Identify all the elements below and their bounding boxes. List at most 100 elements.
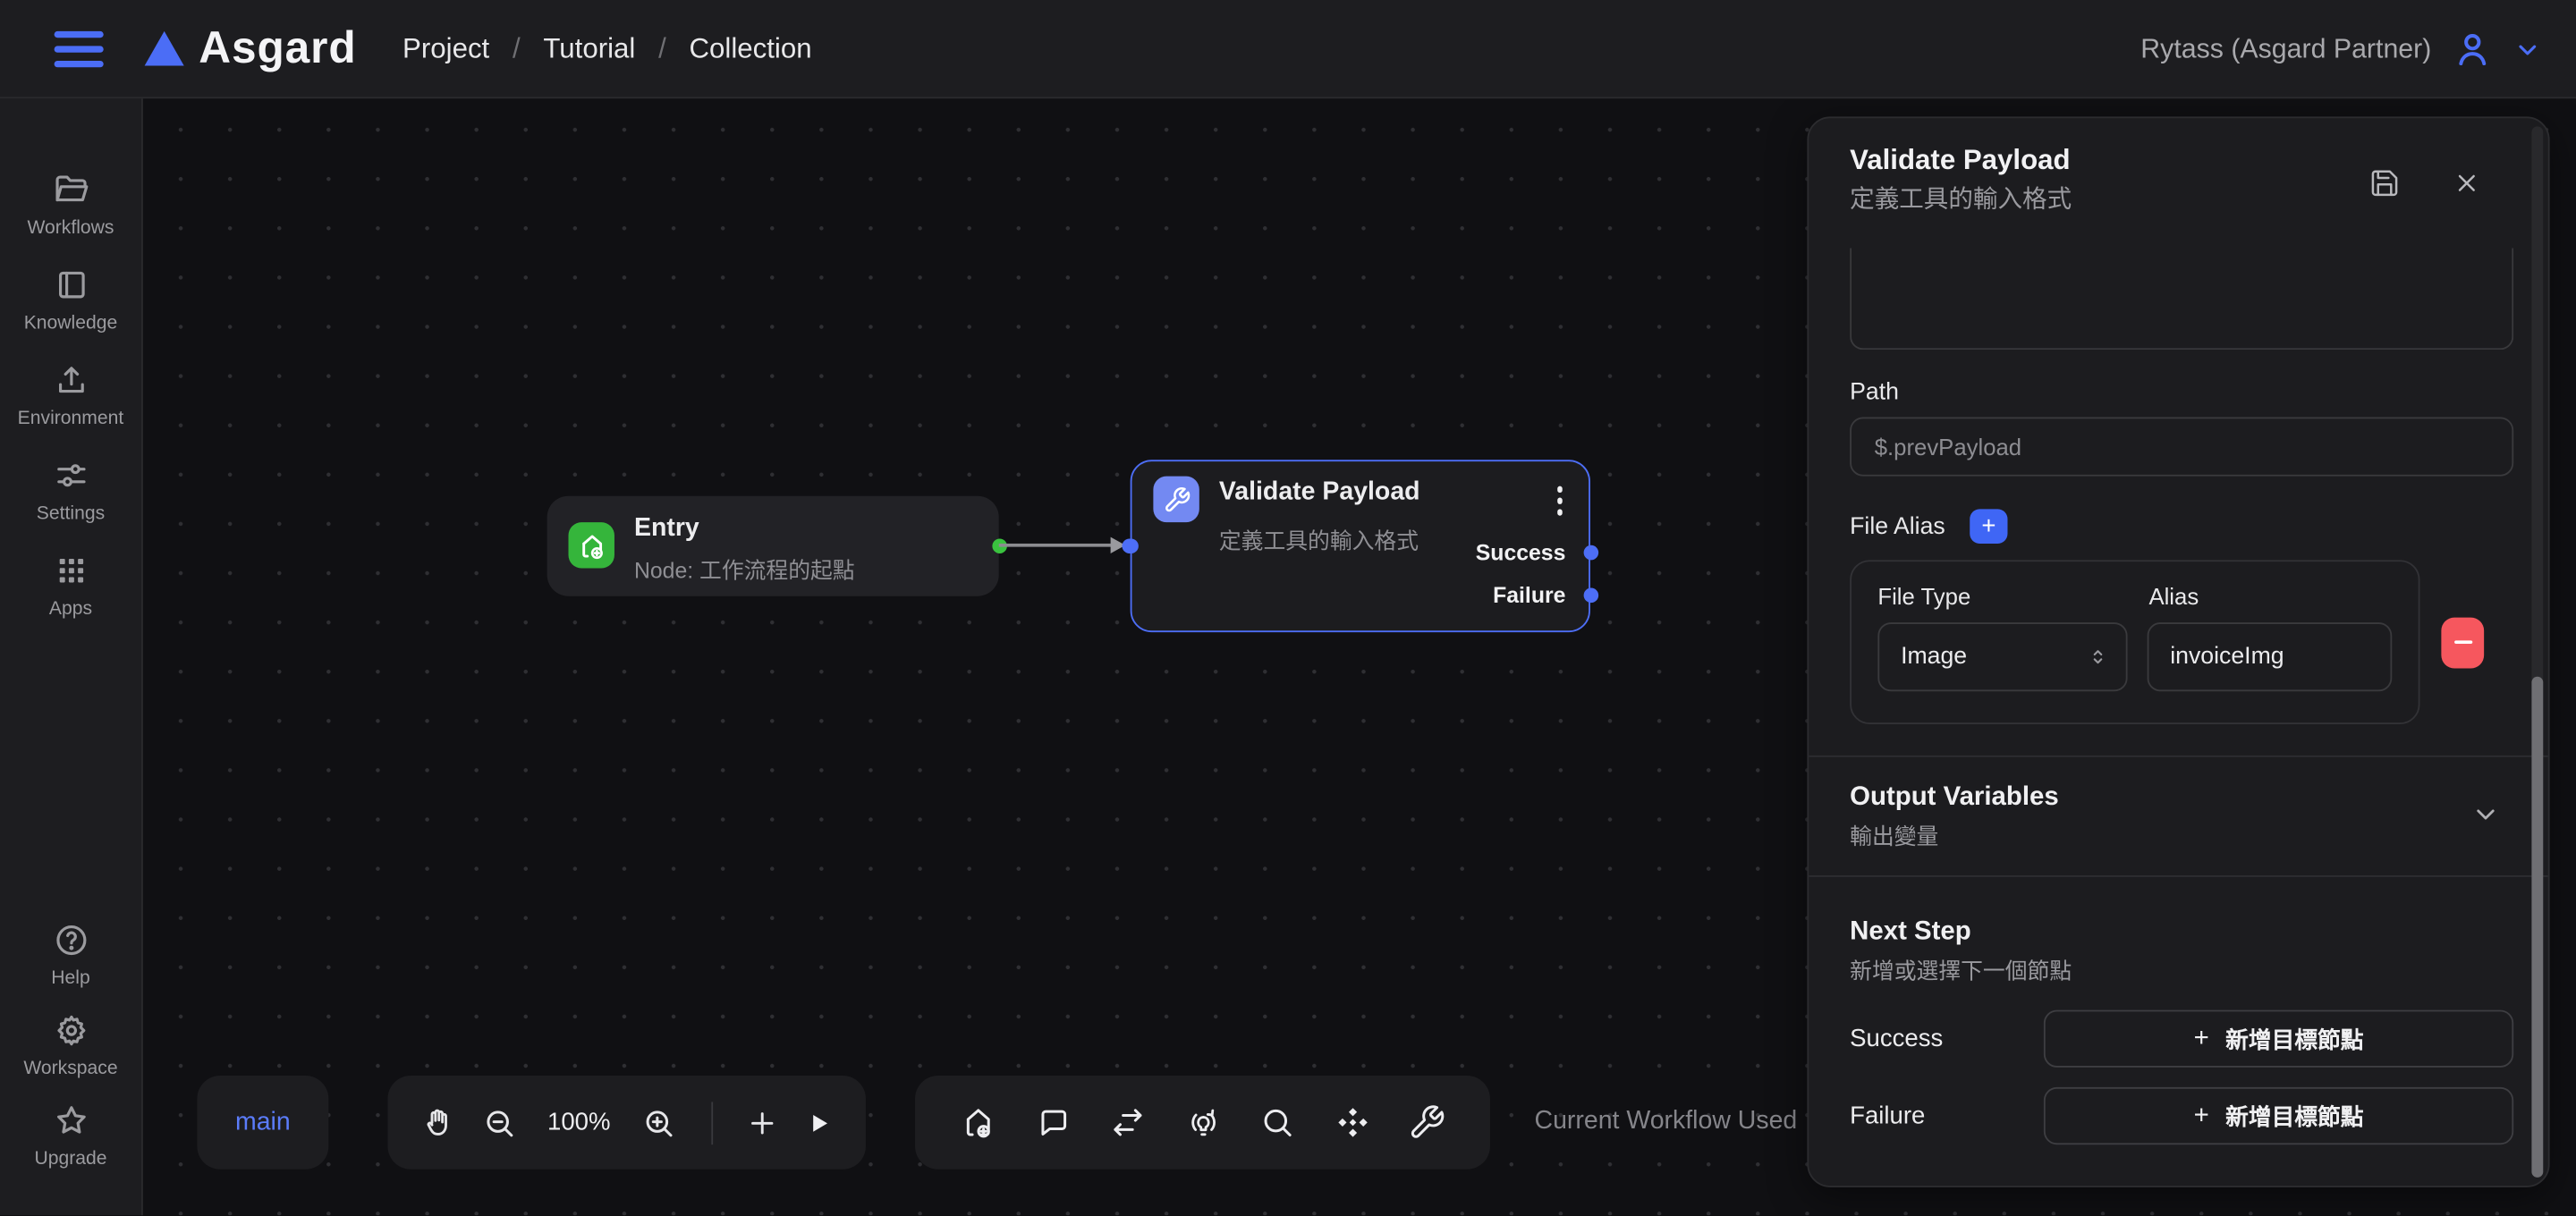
entry-node[interactable]: Entry Node: 工作流程的起點 <box>547 496 999 596</box>
output-variables-title: Output Variables <box>1850 781 2513 815</box>
folder-icon <box>52 171 89 208</box>
wrench-icon <box>1162 486 1190 513</box>
sidebar: Workflows Knowledge Environment Settings… <box>0 98 143 1216</box>
output-variables-section[interactable]: Output Variables 輸出變量 <box>1850 757 2513 853</box>
breadcrumb: Project / Tutorial / Collection <box>402 32 812 65</box>
description-textarea[interactable] <box>1850 248 2513 350</box>
swap-arrows-icon[interactable] <box>1109 1103 1147 1141</box>
validate-node-badge <box>1153 477 1199 522</box>
hamburger-menu-icon[interactable] <box>55 30 104 66</box>
search-icon[interactable] <box>1258 1103 1296 1141</box>
add-failure-target-button[interactable]: + 新增目標節點 <box>2044 1087 2513 1144</box>
breadcrumb-separator: / <box>513 32 521 65</box>
file-alias-label: File Alias <box>1850 511 1945 541</box>
add-entry-node-icon[interactable] <box>960 1103 997 1141</box>
canvas-controls-toolbar: 100% <box>387 1076 865 1170</box>
validate-output-failure-label: Failure <box>1493 583 1565 608</box>
house-plus-icon <box>576 529 607 561</box>
sidebar-item-upgrade[interactable]: Upgrade <box>0 1102 141 1170</box>
alias-label: Alias <box>2148 583 2199 609</box>
add-icon[interactable] <box>747 1106 780 1139</box>
branch-selector[interactable]: main <box>197 1076 328 1170</box>
apps-grid-icon <box>52 552 89 589</box>
pan-hand-icon[interactable] <box>420 1104 456 1140</box>
save-icon[interactable] <box>2366 165 2403 202</box>
sidebar-item-apps[interactable]: Apps <box>0 552 141 619</box>
path-input[interactable]: $.prevPayload <box>1850 418 2513 477</box>
question-circle-icon <box>52 922 89 959</box>
sidebar-item-label: Environment <box>18 409 124 428</box>
auto-layout-icon[interactable] <box>1334 1103 1371 1141</box>
validate-node-title: Validate Payload <box>1219 477 1420 507</box>
entry-node-badge <box>569 522 614 568</box>
chevron-down-icon[interactable] <box>2513 35 2541 63</box>
run-play-icon[interactable] <box>803 1108 833 1137</box>
file-type-select[interactable]: Image <box>1877 622 2127 691</box>
sidebar-item-label: Apps <box>49 599 92 619</box>
node-menu-kebab-icon[interactable] <box>1554 483 1566 518</box>
brand-name: Asgard <box>199 23 356 74</box>
path-label: Path <box>1850 377 2513 407</box>
select-updown-icon <box>2087 646 2110 669</box>
branch-name: main <box>235 1108 291 1137</box>
validate-input-port[interactable] <box>1123 538 1138 553</box>
star-icon <box>52 1102 89 1140</box>
comment-icon[interactable] <box>1034 1103 1072 1141</box>
sidebar-item-label: Workspace <box>23 1060 117 1079</box>
account-name: Rytass (Asgard Partner) <box>2140 34 2431 65</box>
zoom-level: 100% <box>547 1109 610 1136</box>
entry-node-subtitle: Node: 工作流程的起點 <box>634 552 855 585</box>
panel-scrollbar-thumb[interactable] <box>2531 677 2543 1178</box>
breadcrumb-project[interactable]: Project <box>402 32 489 65</box>
failure-branch-row: Failure + 新增目標節點 <box>1850 1087 2513 1144</box>
upload-icon <box>52 361 89 399</box>
idea-refresh-icon[interactable] <box>1183 1103 1221 1141</box>
book-icon <box>52 266 89 304</box>
app-window: Asgard Project / Tutorial / Collection R… <box>0 0 2576 1216</box>
breadcrumb-tutorial[interactable]: Tutorial <box>543 32 635 65</box>
account-menu[interactable]: Rytass (Asgard Partner) <box>2140 0 2541 98</box>
add-success-target-button[interactable]: + 新增目標節點 <box>2044 1010 2513 1068</box>
collapse-chevron-icon[interactable] <box>2470 799 2500 829</box>
top-bar: Asgard Project / Tutorial / Collection R… <box>0 0 2576 98</box>
sidebar-item-workflows[interactable]: Workflows <box>0 171 141 238</box>
panel-scrollbar-track[interactable] <box>2531 126 2543 1178</box>
sidebar-item-settings[interactable]: Settings <box>0 457 141 524</box>
validate-output-success-label: Success <box>1476 540 1566 565</box>
workflow-usage-status: Current Workflow Used <box>1535 1107 1798 1136</box>
close-icon[interactable] <box>2450 165 2485 202</box>
sidebar-item-knowledge[interactable]: Knowledge <box>0 266 141 334</box>
zoom-in-icon[interactable] <box>641 1104 677 1140</box>
success-output-port[interactable] <box>1584 545 1599 561</box>
sidebar-item-environment[interactable]: Environment <box>0 361 141 428</box>
breadcrumb-collection[interactable]: Collection <box>689 32 811 65</box>
breadcrumb-separator: / <box>658 32 666 65</box>
alias-input[interactable]: invoiceImg <box>2148 622 2393 691</box>
remove-file-alias-button[interactable] <box>2441 617 2484 668</box>
plus-icon: + <box>2194 1102 2209 1128</box>
failure-output-port[interactable] <box>1584 588 1599 604</box>
sidebar-footer: Help Workspace Upgrade <box>0 922 141 1170</box>
sidebar-item-label: Knowledge <box>24 314 118 334</box>
add-file-alias-button[interactable]: + <box>1970 509 2007 544</box>
entry-node-title: Entry <box>634 514 699 544</box>
sliders-icon <box>52 457 89 494</box>
sidebar-item-help[interactable]: Help <box>0 922 141 989</box>
success-branch-label: Success <box>1850 1025 2044 1052</box>
next-step-section: Next Step 新增或選擇下一個節點 Success + 新增目標節點 Fa… <box>1850 877 2513 1144</box>
file-type-value: Image <box>1901 644 2086 670</box>
workflow-canvas[interactable]: Entry Node: 工作流程的起點 Validate Payload 定義工… <box>143 98 2576 1216</box>
next-step-subtitle: 新增或選擇下一個節點 <box>1850 958 2513 987</box>
next-step-title: Next Step <box>1850 916 2513 950</box>
edge-entry-to-validate <box>999 544 1115 546</box>
asgard-logo-icon <box>145 31 184 66</box>
zoom-out-icon[interactable] <box>480 1104 516 1140</box>
success-branch-row: Success + 新增目標節點 <box>1850 1010 2513 1068</box>
tool-wrench-icon[interactable] <box>1408 1103 1445 1141</box>
validate-payload-node[interactable]: Validate Payload 定義工具的輸入格式 Success Failu… <box>1131 460 1590 632</box>
user-icon[interactable] <box>2451 28 2494 71</box>
sidebar-item-workspace[interactable]: Workspace <box>0 1012 141 1079</box>
file-type-label: File Type <box>1877 583 2148 609</box>
node-palette-toolbar <box>915 1076 1490 1170</box>
output-variables-subtitle: 輸出變量 <box>1850 823 2513 852</box>
